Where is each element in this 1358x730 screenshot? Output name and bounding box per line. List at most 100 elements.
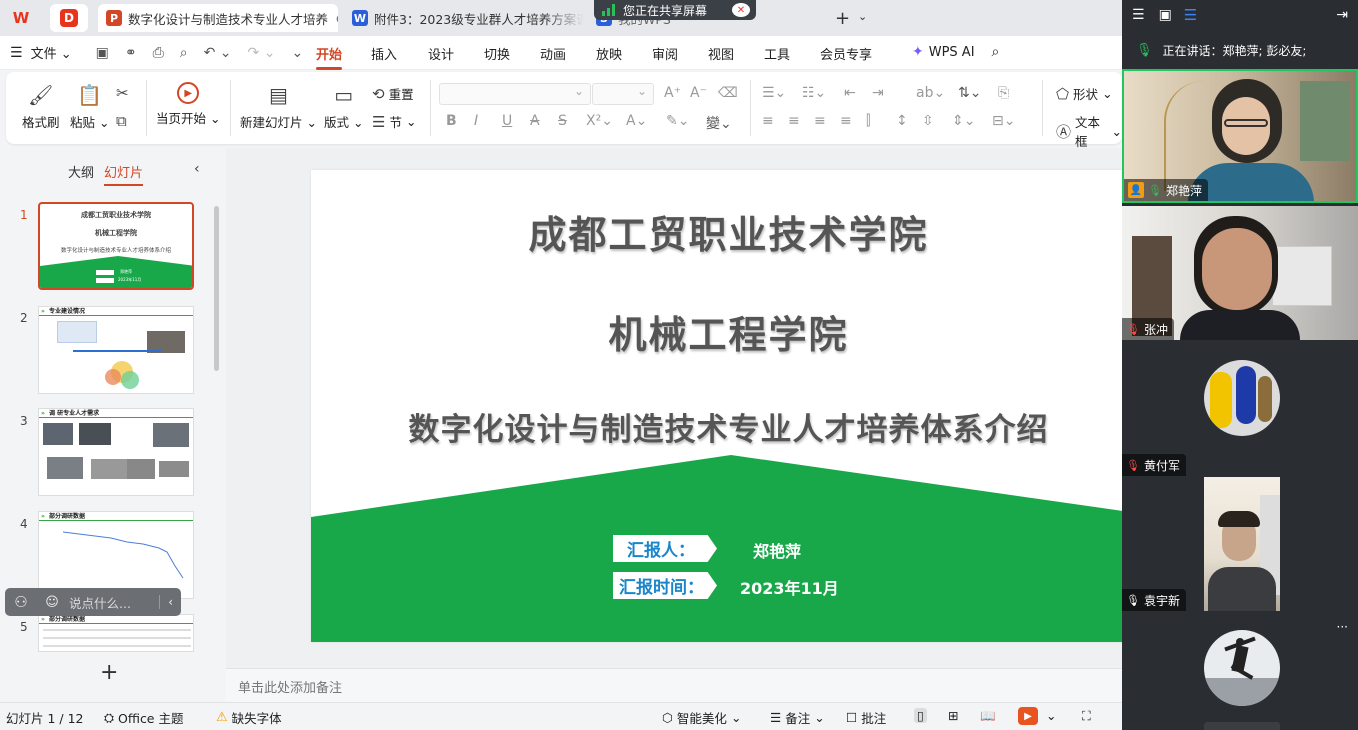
save-icon[interactable]: ▣ (96, 45, 109, 61)
video-tile-3[interactable]: 🎙 黄付军 (1122, 342, 1358, 476)
notes-field[interactable]: 单击此处添加备注 (226, 668, 1122, 702)
comments-button[interactable]: ☐ 批注 (846, 708, 886, 727)
menu-tools[interactable]: 工具 (764, 44, 790, 63)
reading-view-icon[interactable]: 📖 (980, 708, 996, 724)
paste-button[interactable]: 📋 粘贴 ⌄ (70, 82, 109, 131)
redo-icon[interactable]: ↷ ⌄ (248, 45, 276, 61)
paragraph-settings-icon[interactable]: ⇕⌄ (952, 113, 975, 129)
normal-view-icon[interactable]: ▯ (914, 708, 927, 723)
slide-thumbnail-3[interactable]: 调 研专业人才需求 (38, 408, 194, 496)
search-icon[interactable]: ⌕ (992, 44, 1000, 60)
justify-icon[interactable]: ≡ (840, 113, 852, 129)
menu-slideshow[interactable]: 放映 (596, 44, 622, 63)
video-tile-4[interactable]: 🎙 袁宇新 (1122, 477, 1358, 611)
menu-home[interactable]: 开始 (316, 44, 343, 70)
line-spacing-icon[interactable]: ↕ (896, 113, 908, 129)
wps-logo[interactable]: W (2, 4, 40, 32)
slide[interactable]: 成都工贸职业技术学院 机械工程学院 数字化设计与制造技术专业人才培养体系介绍 汇… (311, 170, 1122, 642)
align-left-icon[interactable]: ≡ (762, 113, 774, 129)
missing-font-button[interactable]: ⚠ 缺失字体 (216, 708, 282, 727)
smart-beautify-button[interactable]: ⬡ 智能美化 ⌄ (662, 708, 741, 727)
menu-animation[interactable]: 动画 (540, 44, 566, 63)
slide-thumbnail-5[interactable]: 部分调研数据 (38, 614, 194, 652)
play-options-chevron-icon[interactable]: ⌄ (1046, 708, 1056, 723)
play-slideshow-icon[interactable]: ▶ (1018, 707, 1038, 725)
font-family-select[interactable] (439, 83, 591, 105)
shadow-icon[interactable]: S (558, 113, 567, 129)
shape-button[interactable]: ⬠ 形状 ⌄ (1056, 84, 1113, 103)
menu-member[interactable]: 会员专享 (820, 44, 872, 63)
slide-thumbnail-1[interactable]: 成都工贸职业技术学院 机械工程学院 数字化设计与制造技术专业人才培养体系介绍 郑… (38, 202, 194, 290)
align-center-icon[interactable]: ≡ (788, 113, 800, 129)
menu-icon[interactable]: ☰ (1132, 7, 1145, 23)
slide-thumbnail-2[interactable]: 专业建设情况 (38, 306, 194, 394)
increase-font-icon[interactable]: A⁺ (664, 85, 681, 101)
slide-thumbnail-4[interactable]: 部分调研数据 (38, 511, 194, 599)
tab-document[interactable]: W 附件3：2023级专业群人才培养方案调 (344, 4, 584, 32)
sort-icon[interactable]: ⇅⌄ (958, 85, 981, 101)
window-icon[interactable]: ▣ (1159, 7, 1172, 23)
convert-icon[interactable]: ⎘ (998, 85, 1009, 101)
more-options-icon[interactable]: ··· (1337, 620, 1348, 634)
slide-sorter-icon[interactable]: ⊞ (948, 708, 958, 723)
highlight-icon[interactable]: ✎⌄ (666, 113, 689, 129)
italic-icon[interactable]: I (474, 113, 478, 129)
strikethrough-icon[interactable]: A (530, 113, 540, 129)
text-align-icon[interactable]: ⊟⌄ (992, 113, 1015, 129)
layout-button[interactable]: ▭ 版式 ⌄ (324, 82, 363, 131)
print-preview-icon[interactable]: ⌕ (180, 45, 188, 61)
panel-scrollbar[interactable] (214, 206, 219, 371)
decrease-indent-icon[interactable]: ⇤ (844, 85, 856, 101)
bullets-icon[interactable]: ☰⌄ (762, 85, 786, 101)
font-color-icon[interactable]: A⌄ (626, 113, 647, 129)
add-slide-icon[interactable]: + (100, 660, 118, 685)
menu-view[interactable]: 视图 (708, 44, 734, 63)
docer-tab[interactable]: D (50, 4, 88, 32)
distribute-icon[interactable]: ⫿ (866, 113, 870, 129)
menu-transition[interactable]: 切换 (484, 44, 510, 63)
increase-indent-icon[interactable]: ⇥ (872, 85, 884, 101)
numbering-icon[interactable]: ☷⌄ (802, 85, 826, 101)
cut-icon[interactable]: ✂ (116, 84, 129, 102)
collapse-panel-icon[interactable]: ‹ (194, 161, 200, 177)
collapse-chevron-icon[interactable]: ‹ (159, 595, 173, 609)
textbox-button[interactable]: Ⓐ 文本框 ⌄ (1056, 112, 1122, 150)
paragraph-spacing-icon[interactable]: ⇳ (922, 113, 934, 129)
comment-input[interactable]: 说点什么... (69, 593, 131, 612)
tab-slides[interactable]: 幻灯片 (104, 162, 144, 186)
share-link-icon[interactable]: ⚭ (125, 45, 137, 61)
hamburger-icon[interactable]: ☰ (10, 45, 23, 61)
video-tile-2[interactable]: 🎙 张冲 (1122, 206, 1358, 340)
section-button[interactable]: ☰ 节 ⌄ (372, 112, 416, 131)
menu-review[interactable]: 审阅 (652, 44, 678, 63)
file-menu[interactable]: 文件 ⌄ (31, 43, 72, 62)
start-current-slide-button[interactable]: ▶ 当页开始 ⌄ (156, 82, 220, 127)
emoji-icon[interactable]: ☺ (41, 593, 63, 611)
reset-button[interactable]: ⟲ 重置 (372, 84, 414, 103)
stop-share-icon[interactable]: ✕ (732, 3, 750, 17)
decrease-font-icon[interactable]: A⁻ (690, 85, 707, 101)
video-tile-5[interactable]: ··· (1122, 614, 1358, 730)
align-right-icon[interactable]: ≡ (814, 113, 826, 129)
fit-window-icon[interactable]: ⛶ (1082, 708, 1091, 724)
menu-insert[interactable]: 插入 (371, 44, 397, 63)
theme-button[interactable]: ⛭ Office 主题 (104, 708, 183, 727)
more-chevron-icon[interactable]: ⌄ (291, 45, 303, 61)
video-tile-1[interactable]: 👤 🎙 郑艳萍 (1122, 69, 1358, 203)
wps-ai-button[interactable]: ✦ WPS AI ⌕ (912, 44, 999, 60)
menu-design[interactable]: 设计 (428, 44, 454, 63)
close-tab-icon[interactable]: ● (336, 11, 338, 25)
new-tab-icon[interactable]: + (835, 8, 850, 29)
text-direction-icon[interactable]: ab⌄ (916, 85, 945, 101)
collapse-list-icon[interactable]: ⇥ (1336, 7, 1348, 23)
superscript-icon[interactable]: X²⌄ (586, 113, 613, 129)
copy-icon[interactable]: ⧉ (116, 112, 127, 130)
print-icon[interactable]: ⎙ (153, 45, 164, 61)
format-painter-button[interactable]: 🖌 格式刷 (22, 82, 60, 131)
undo-icon[interactable]: ↶ ⌄ (204, 45, 232, 61)
phonetic-icon[interactable]: 變⌄ (706, 113, 732, 133)
new-slide-button[interactable]: ▤ 新建幻灯片 ⌄ (240, 82, 317, 131)
layout-list-icon[interactable]: ☰ (1184, 6, 1197, 24)
tab-presentation[interactable]: P 数字化设计与制造技术专业人才培养 ● (98, 4, 338, 32)
tab-outline[interactable]: 大纲 (68, 162, 94, 181)
